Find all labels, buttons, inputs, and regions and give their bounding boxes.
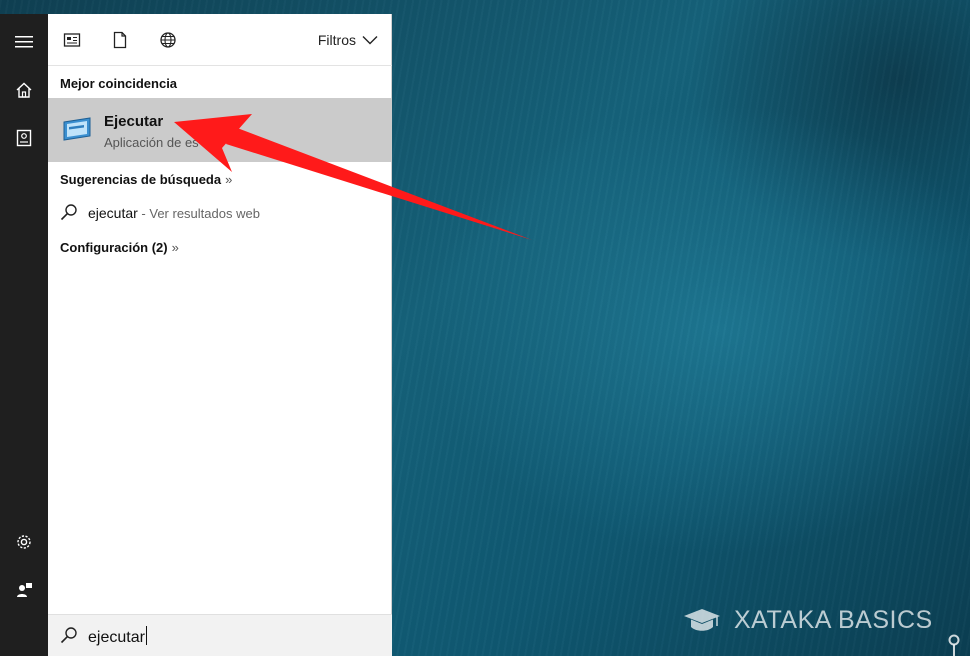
- search-input-value: ejecutar: [88, 629, 145, 646]
- web-globe-icon[interactable]: [156, 28, 180, 52]
- settings-results-label: Configuración (2): [60, 240, 168, 255]
- search-icon: [60, 626, 78, 644]
- apps-icon[interactable]: [60, 28, 84, 52]
- text-caret: [145, 626, 147, 645]
- suggestion-query: ejecutar: [88, 205, 138, 221]
- best-match-subtitle: Aplicación de es: [104, 135, 199, 150]
- start-left-rail: [0, 14, 48, 656]
- notebook-icon[interactable]: [0, 118, 48, 158]
- best-match-title: Ejecutar: [104, 113, 164, 130]
- search-suggestions-label: Sugerencias de búsqueda: [60, 172, 222, 187]
- settings-results-heading[interactable]: Configuración (2)»: [60, 240, 179, 255]
- best-match-result-ejecutar[interactable]: Ejecutar Aplicación de es: [48, 98, 392, 162]
- search-results-panel: Filtros Mejor coincidencia Ejecutar Apli…: [48, 14, 392, 656]
- search-suggestions-heading[interactable]: Sugerencias de búsqueda»: [60, 172, 232, 187]
- location-pin-icon: [948, 634, 960, 656]
- web-search-suggestion[interactable]: ejecutar - Ver resultados web: [48, 200, 392, 226]
- filters-dropdown[interactable]: Filtros: [318, 32, 378, 48]
- watermark-text: XATAKA BASICS: [734, 606, 933, 634]
- chevron-down-icon: [362, 36, 378, 45]
- search-box[interactable]: ejecutar: [48, 614, 392, 656]
- filters-label: Filtros: [317, 32, 356, 48]
- run-app-icon: [60, 114, 94, 144]
- graduation-cap-icon: [684, 608, 720, 631]
- best-match-heading: Mejor coincidencia: [60, 76, 178, 91]
- suggestion-suffix: - Ver resultados web: [137, 206, 260, 221]
- chevrons-right-icon: »: [225, 172, 233, 187]
- home-icon[interactable]: [0, 70, 48, 110]
- filter-toolbar: Filtros: [48, 14, 392, 66]
- settings-gear-icon[interactable]: [0, 522, 48, 562]
- feedback-icon[interactable]: [0, 570, 48, 610]
- xataka-basics-watermark: XATAKA BASICS: [682, 606, 933, 635]
- search-input[interactable]: ejecutar: [88, 626, 147, 647]
- search-icon: [60, 203, 78, 221]
- hamburger-menu-icon[interactable]: [0, 22, 48, 62]
- document-icon[interactable]: [108, 28, 132, 52]
- chevrons-right-icon: »: [171, 240, 179, 255]
- suggestion-text: ejecutar - Ver resultados web: [88, 205, 260, 221]
